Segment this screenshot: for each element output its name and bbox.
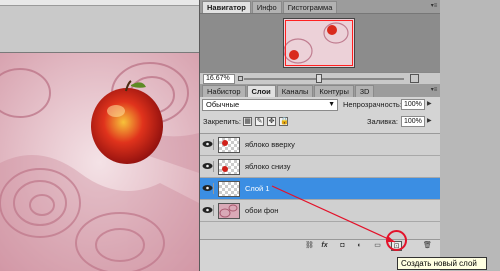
new-layer-tooltip: Создать новый слой	[397, 257, 487, 270]
annotation-arrow	[271, 185, 396, 243]
